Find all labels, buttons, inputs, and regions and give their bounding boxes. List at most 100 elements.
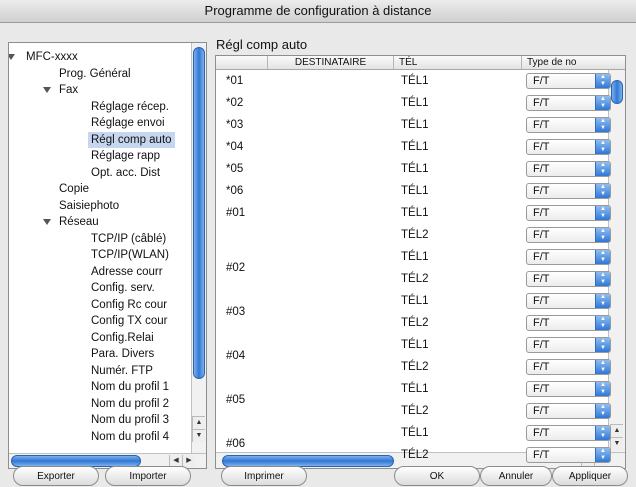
type-select-value: F/T <box>533 185 550 197</box>
up-down-stepper-icon[interactable]: ▲ ▼ <box>595 140 610 154</box>
tree-item[interactable]: Nom du profil 2 <box>91 396 169 412</box>
table-scroll-up-icon[interactable]: ▲ <box>610 424 623 437</box>
tree-item[interactable]: Régl comp auto <box>88 131 175 148</box>
row-index: #02 <box>226 262 246 274</box>
tree-item[interactable]: Réseau <box>59 214 99 230</box>
type-select[interactable]: F/T ▲ ▼ <box>526 95 611 111</box>
tree-item[interactable]: Nom du profil 1 <box>91 379 169 395</box>
tree-item[interactable]: Config.Relai <box>91 330 154 346</box>
column-header-destinataire[interactable]: DESTINATAIRE <box>268 56 394 69</box>
up-down-stepper-icon[interactable]: ▲ ▼ <box>595 272 610 286</box>
ok-button[interactable]: OK <box>394 466 480 486</box>
tree-item[interactable]: Para. Divers <box>91 346 154 362</box>
tree-scroll-thumb[interactable] <box>193 47 205 379</box>
tree-item[interactable]: Config Rc cour <box>91 297 167 313</box>
type-select[interactable]: F/T ▲ ▼ <box>526 359 611 375</box>
up-down-stepper-icon[interactable]: ▲ ▼ <box>595 162 610 176</box>
cancel-button[interactable]: Annuler <box>480 466 552 486</box>
tree-item[interactable]: Nom du profil 4 <box>91 429 169 445</box>
tree-item[interactable]: TCP/IP(WLAN) <box>91 247 169 263</box>
row-tel: TÉL2 <box>401 229 429 241</box>
apply-button[interactable]: Appliquer <box>552 466 628 486</box>
type-select-value: F/T <box>533 75 550 87</box>
table-header: DESTINATAIRE TÉL Type de no <box>216 56 625 70</box>
type-select[interactable]: F/T ▲ ▼ <box>526 425 611 441</box>
type-select[interactable]: F/T ▲ ▼ <box>526 315 611 331</box>
up-down-stepper-icon[interactable]: ▲ ▼ <box>595 184 610 198</box>
row-tel: TÉL1 <box>401 141 429 153</box>
type-select-value: F/T <box>533 141 550 153</box>
tree-item[interactable]: Copie <box>59 181 89 197</box>
up-down-stepper-icon[interactable]: ▲ ▼ <box>595 294 610 308</box>
up-down-stepper-icon[interactable]: ▲ ▼ <box>595 426 610 440</box>
row-index: #05 <box>226 394 246 406</box>
row-tel: TÉL1 <box>401 207 429 219</box>
up-down-stepper-icon[interactable]: ▲ ▼ <box>595 206 610 220</box>
up-down-stepper-icon[interactable]: ▲ ▼ <box>595 118 610 132</box>
tree-item[interactable]: MFC-xxxx <box>26 49 78 65</box>
tree-item[interactable]: Config. serv. <box>91 280 155 296</box>
type-select-value: F/T <box>533 339 550 351</box>
up-down-stepper-icon[interactable]: ▲ ▼ <box>595 448 610 462</box>
tree-item[interactable]: Config TX cour <box>91 313 168 329</box>
tree-item[interactable]: Opt. acc. Dist <box>91 165 160 181</box>
type-select-value: F/T <box>533 361 550 373</box>
tree-item[interactable]: TCP/IP (câblé) <box>91 231 166 247</box>
type-select[interactable]: F/T ▲ ▼ <box>526 249 611 265</box>
up-down-stepper-icon[interactable]: ▲ ▼ <box>595 316 610 330</box>
up-down-stepper-icon[interactable]: ▲ ▼ <box>595 74 610 88</box>
up-down-stepper-icon[interactable]: ▲ ▼ <box>595 96 610 110</box>
row-tel: TÉL1 <box>401 97 429 109</box>
table-scroll-thumb[interactable] <box>611 80 623 104</box>
tree-item[interactable]: Adresse courr <box>91 264 163 280</box>
up-down-stepper-icon[interactable]: ▲ ▼ <box>595 228 610 242</box>
column-header-index[interactable] <box>216 56 268 69</box>
type-select[interactable]: F/T ▲ ▼ <box>526 271 611 287</box>
tree-item[interactable]: Réglage rapp <box>91 148 160 164</box>
type-select[interactable]: F/T ▲ ▼ <box>526 337 611 353</box>
type-select[interactable]: F/T ▲ ▼ <box>526 205 611 221</box>
column-header-tel[interactable]: TÉL <box>394 56 522 69</box>
up-down-stepper-icon[interactable]: ▲ ▼ <box>595 360 610 374</box>
tree-item[interactable]: Numér. FTP <box>91 363 153 379</box>
type-select[interactable]: F/T ▲ ▼ <box>526 447 611 463</box>
tree-scroll-right-icon[interactable]: ▶ <box>182 455 195 467</box>
row-tel: TÉL2 <box>401 361 429 373</box>
tree-item[interactable]: Réglage récep. <box>91 99 169 115</box>
disclosure-triangle-icon[interactable] <box>9 54 15 60</box>
type-select[interactable]: F/T ▲ ▼ <box>526 139 611 155</box>
up-down-stepper-icon[interactable]: ▲ ▼ <box>595 382 610 396</box>
content-area: ▲ ▼ ◀ ▶ MFC-xxxx Prog. Général Fax Réglage … <box>0 23 636 487</box>
up-down-stepper-icon[interactable]: ▲ ▼ <box>595 338 610 352</box>
tree-item[interactable]: Prog. Général <box>59 66 131 82</box>
window-title: Programme de configuration à distance <box>0 0 636 23</box>
row-tel: TÉL2 <box>401 273 429 285</box>
type-select[interactable]: F/T ▲ ▼ <box>526 117 611 133</box>
row-tel: TÉL1 <box>401 295 429 307</box>
type-select[interactable]: F/T ▲ ▼ <box>526 73 611 89</box>
disclosure-triangle-icon[interactable] <box>43 87 51 93</box>
tree-scroll-up-icon[interactable]: ▲ <box>192 416 205 429</box>
up-down-stepper-icon[interactable]: ▲ ▼ <box>595 250 610 264</box>
type-select-value: F/T <box>533 449 550 461</box>
type-select[interactable]: F/T ▲ ▼ <box>526 161 611 177</box>
up-down-stepper-icon[interactable]: ▲ ▼ <box>595 404 610 418</box>
column-header-type[interactable]: Type de no <box>522 56 625 69</box>
type-select[interactable]: F/T ▲ ▼ <box>526 403 611 419</box>
type-select[interactable]: F/T ▲ ▼ <box>526 293 611 309</box>
tree-item[interactable]: Nom du profil 3 <box>91 412 169 428</box>
tree-item[interactable]: Réglage envoi <box>91 115 165 131</box>
tree-scroll-down-icon[interactable]: ▼ <box>192 429 205 442</box>
table-scroll-down-icon[interactable]: ▼ <box>610 437 623 450</box>
row-tel: TÉL1 <box>401 251 429 263</box>
disclosure-triangle-icon[interactable] <box>43 219 51 225</box>
type-select[interactable]: F/T ▲ ▼ <box>526 381 611 397</box>
import-button[interactable]: Importer <box>105 466 191 486</box>
tree-vertical-scrollbar[interactable]: ▲ ▼ <box>191 43 206 453</box>
export-button[interactable]: Exporter <box>13 466 99 486</box>
tree-item[interactable]: Fax <box>59 82 78 98</box>
type-select[interactable]: F/T ▲ ▼ <box>526 183 611 199</box>
type-select[interactable]: F/T ▲ ▼ <box>526 227 611 243</box>
print-button[interactable]: Imprimer <box>221 466 307 486</box>
tree-item[interactable]: Saisiephoto <box>59 198 119 214</box>
